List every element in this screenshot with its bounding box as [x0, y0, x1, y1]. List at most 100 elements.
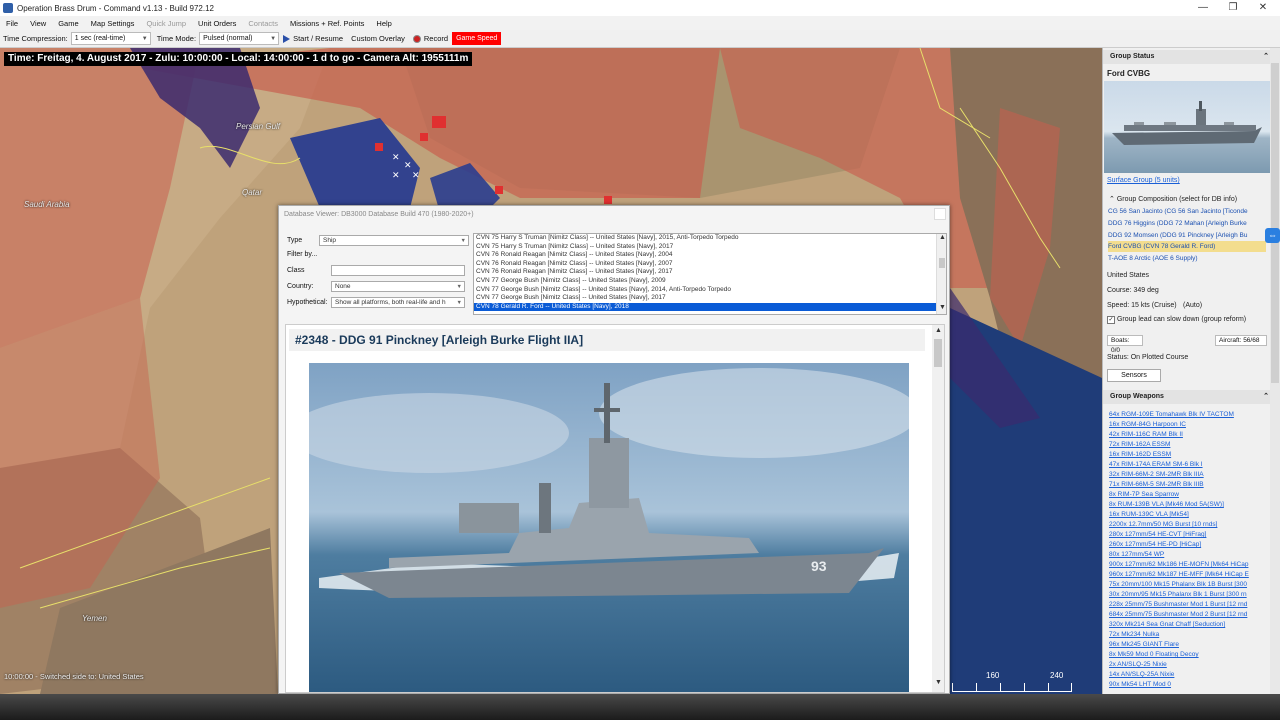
weapon-item[interactable]: 72x Mk234 Nulka [1109, 630, 1267, 640]
list-item-selected[interactable]: CVN 78 Gerald R. Ford -- United States [… [474, 302, 946, 312]
platform-detail-pane[interactable]: #2348 - DDG 91 Pinckney [Arleigh Burke F… [285, 324, 945, 693]
list-item[interactable]: CVN 75 Harry S Truman [Nimitz Class] -- … [474, 234, 946, 243]
record-button[interactable]: Record [412, 34, 449, 43]
list-item[interactable]: CVN 77 George Bush [Nimitz Class] -- Uni… [474, 294, 946, 303]
menu-map-settings[interactable]: Map Settings [85, 19, 141, 28]
weapon-item[interactable]: 260x 127mm/54 HE-PD [HiCap] [1109, 540, 1267, 550]
hypothetical-select[interactable]: Show all platforms, both real-life and h… [331, 297, 465, 308]
time-mode-select[interactable]: Pulsed (normal) ▼ [199, 32, 280, 45]
platform-list[interactable]: CVN 75 Harry S Truman [Nimitz Class] -- … [473, 233, 947, 315]
svg-text:✕: ✕ [392, 152, 400, 162]
close-button[interactable]: ✕ [1248, 0, 1278, 16]
game-speed-button[interactable]: Game Speed [452, 32, 502, 45]
scale-label-240: 240 [1050, 671, 1064, 680]
menu-unit-orders[interactable]: Unit Orders [192, 19, 242, 28]
taskbar-strip [0, 694, 1280, 720]
collapse-icon[interactable]: ⌃ [1263, 50, 1269, 64]
scroll-down-icon[interactable]: ▼ [935, 679, 942, 686]
minimize-button[interactable]: — [1188, 0, 1218, 16]
weapon-item[interactable]: 80x 127mm/54 WP [1109, 550, 1267, 560]
composition-item[interactable]: T-AOE 8 Arctic (AOE 6 Supply) [1108, 253, 1266, 264]
list-item[interactable]: CVN 76 Ronald Reagan [Nimitz Class] -- U… [474, 251, 946, 260]
scroll-up-icon[interactable]: ▲ [939, 234, 946, 241]
time-mode-label: Time Mode: [156, 34, 197, 43]
scroll-up-icon[interactable]: ▲ [935, 327, 942, 334]
weapon-item[interactable]: 96x Mk245 GIANT Flare [1109, 640, 1267, 650]
weapon-item[interactable]: 90x Mk54 LHT Mod 0 [1109, 680, 1267, 690]
panel-scrollbar[interactable] [1270, 48, 1280, 694]
weapon-item[interactable]: 8x Mk59 Mod 0 Floating Decoy [1109, 650, 1267, 660]
weapon-item[interactable]: 16x RGM-84G Harpoon IC [1109, 420, 1267, 430]
close-button[interactable] [934, 208, 946, 220]
side-tab-icon[interactable]: ⇔ [1265, 228, 1280, 243]
collapse-icon[interactable]: ⌃ [1263, 390, 1269, 404]
database-viewer-window: Database Viewer: DB3000 Database Build 4… [278, 205, 950, 694]
checkbox-checked-icon[interactable]: ✓ [1107, 316, 1115, 324]
weapon-item[interactable]: 64x RGM-109E Tomahawk Blk IV TACTOM [1109, 410, 1267, 420]
menu-game[interactable]: Game [52, 19, 84, 28]
weapon-item[interactable]: 2200x 12.7mm/50 MG Burst [10 rnds] [1109, 520, 1267, 530]
weapon-item[interactable]: 32x RIM-66M-2 SM-2MR Blk IIIA [1109, 470, 1267, 480]
type-select[interactable]: Ship ▼ [319, 235, 469, 246]
detail-scrollbar[interactable]: ▲ ▼ [932, 325, 944, 692]
surface-group-link[interactable]: Surface Group (5 units) [1107, 177, 1180, 184]
scroll-down-icon[interactable]: ▼ [939, 304, 946, 311]
weapon-item[interactable]: 8x RIM-7P Sea Sparrow [1109, 490, 1267, 500]
custom-overlay-button[interactable]: Custom Overlay [351, 34, 405, 43]
menu-missions[interactable]: Missions + Ref. Points [284, 19, 370, 28]
list-scrollbar[interactable]: ▲ ▼ [936, 234, 946, 314]
scroll-thumb[interactable] [934, 339, 942, 367]
country-value: None [335, 283, 351, 290]
weapon-item[interactable]: 320x Mk214 Sea Gnat Chaff [Seduction] [1109, 620, 1267, 630]
restore-button[interactable]: ❐ [1218, 0, 1248, 16]
status-message: 10:00:00 - Switched side to: United Stat… [4, 672, 144, 681]
list-item[interactable]: CVN 76 Ronald Reagan [Nimitz Class] -- U… [474, 260, 946, 269]
weapon-item[interactable]: 900x 127mm/62 Mk186 HE-MOFN [Mk64 HiCap [1109, 560, 1267, 570]
list-item[interactable]: CVN 77 George Bush [Nimitz Class] -- Uni… [474, 277, 946, 286]
weapon-item[interactable]: 280x 127mm/54 HE-CVT [HiFrag] [1109, 530, 1267, 540]
class-input[interactable] [331, 265, 465, 276]
weapon-item[interactable]: 960x 127mm/62 Mk187 HE-MFF [Mk64 HiCap E [1109, 570, 1267, 580]
composition-item[interactable]: CG 56 San Jacinto (CG 56 San Jacinto [Ti… [1108, 206, 1266, 217]
scroll-thumb[interactable] [939, 258, 945, 268]
group-status-header[interactable]: Group Status ⌃ [1103, 50, 1273, 64]
time-compression-select[interactable]: 1 sec (real-time) ▼ [70, 32, 151, 45]
weapon-item[interactable]: 2x AN/SLQ-25 Nixie [1109, 660, 1267, 670]
weapon-item[interactable]: 8x RUM-139B VLA [Mk46 Mod 5A(SW)] [1109, 500, 1267, 510]
composition-item[interactable]: DDG 76 Higgins (DDG 72 Mahan [Arleigh Bu… [1108, 218, 1266, 229]
weapon-item[interactable]: 228x 25mm/75 Bushmaster Mod 1 Burst [12 … [1109, 600, 1267, 610]
menu-file[interactable]: File [0, 19, 24, 28]
weapon-item[interactable]: 75x 20mm/100 Mk15 Phalanx Blk 1B Burst [… [1109, 580, 1267, 590]
list-item[interactable]: CVN 75 Harry S Truman [Nimitz Class] -- … [474, 243, 946, 252]
group-lead-checkbox[interactable]: ✓ Group lead can slow down (group reform… [1107, 316, 1246, 324]
menu-quick-jump[interactable]: Quick Jump [140, 19, 192, 28]
weapon-item[interactable]: 16x RIM-162D ESSM [1109, 450, 1267, 460]
weapon-item[interactable]: 16x RUM-139C VLA [Mk54] [1109, 510, 1267, 520]
list-item[interactable]: CVN 77 George Bush [Nimitz Class] -- Uni… [474, 286, 946, 295]
hull-number: 93 [811, 558, 827, 574]
record-label: Record [423, 34, 449, 43]
weapon-item[interactable]: 71x RIM-66M-5 SM-2MR Blk IIIB [1109, 480, 1267, 490]
scroll-thumb[interactable] [1271, 63, 1279, 383]
group-composition-toggle[interactable]: ⌃ Group Composition (select for DB info) [1109, 195, 1237, 203]
hypothetical-value: Show all platforms, both real-life and h [335, 299, 446, 306]
ship-photo-drawing: 93 [309, 368, 909, 598]
list-item[interactable]: CVN 76 Ronald Reagan [Nimitz Class] -- U… [474, 268, 946, 277]
weapon-item[interactable]: 72x RIM-162A ESSM [1109, 440, 1267, 450]
start-resume-button[interactable]: Start / Resume [283, 34, 343, 43]
menu-contacts[interactable]: Contacts [242, 19, 284, 28]
sensors-button[interactable]: Sensors [1107, 369, 1161, 382]
menu-help[interactable]: Help [370, 19, 397, 28]
weapon-item[interactable]: 14x AN/SLQ-25A Nixie [1109, 670, 1267, 680]
menu-view[interactable]: View [24, 19, 52, 28]
composition-item[interactable]: DDG 92 Momsen (DDG 91 Pinckney [Arleigh … [1108, 230, 1266, 241]
weapon-item[interactable]: 42x RIM-116C RAM Blk II [1109, 430, 1267, 440]
country-select[interactable]: None ▼ [331, 281, 465, 292]
svg-text:✕: ✕ [404, 160, 412, 170]
menu-bar: File View Game Map Settings Quick Jump U… [0, 16, 1280, 30]
weapon-item[interactable]: 30x 20mm/95 Mk15 Phalanx Blk 1 Burst [30… [1109, 590, 1267, 600]
weapon-item[interactable]: 47x RIM-174A ERAM SM-6 Blk I [1109, 460, 1267, 470]
weapon-item[interactable]: 684x 25mm/75 Bushmaster Mod 2 Burst [12 … [1109, 610, 1267, 620]
group-weapons-header[interactable]: Group Weapons ⌃ [1103, 390, 1273, 404]
composition-item-highlighted[interactable]: Ford CVBG (CVN 78 Gerald R. Ford) [1108, 241, 1266, 252]
